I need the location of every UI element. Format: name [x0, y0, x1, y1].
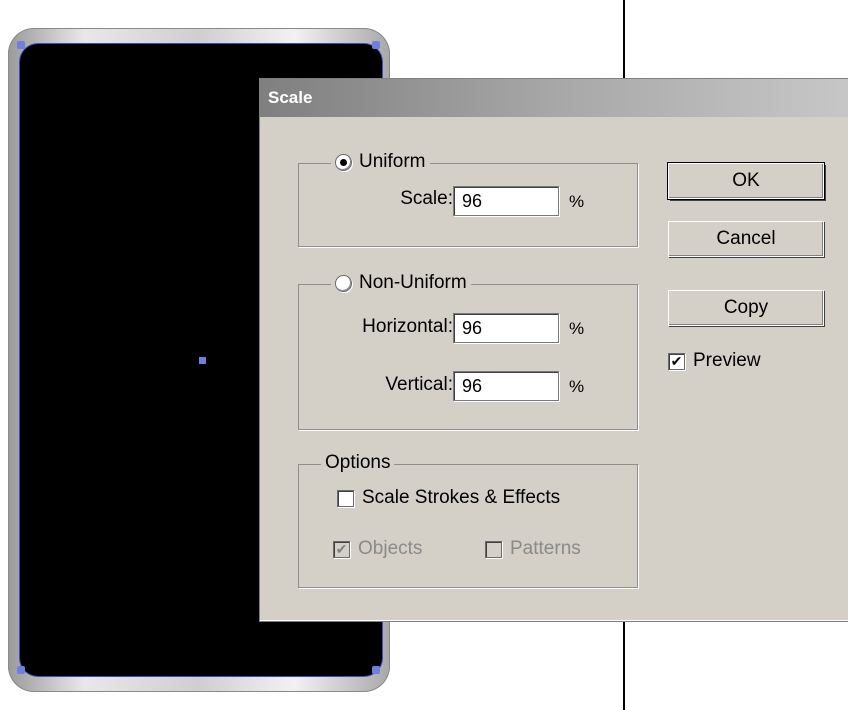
dialog-title: Scale [268, 88, 313, 107]
scale-dialog: Scale Uniform Scale: % Non-Uniform Horiz… [259, 78, 848, 622]
scale-label: Scale: [400, 188, 453, 209]
patterns-label: Patterns [510, 538, 581, 559]
uniform-label: Uniform [359, 151, 426, 172]
non-uniform-label: Non-Uniform [359, 272, 467, 293]
horizontal-label: Horizontal: [362, 316, 453, 337]
anchor-point-top-right[interactable] [372, 41, 380, 49]
vertical-input[interactable] [453, 371, 559, 401]
anchor-point-top-left[interactable] [17, 41, 25, 49]
patterns-option[interactable]: Patterns [485, 538, 581, 560]
vertical-unit: % [569, 377, 585, 396]
preview-label: Preview [693, 350, 761, 371]
objects-option[interactable]: ✔ Objects [333, 538, 422, 560]
non-uniform-group: Non-Uniform Horizontal: % Vertical: % [298, 272, 638, 430]
scale-input[interactable] [453, 186, 559, 216]
patterns-checkbox[interactable] [485, 540, 502, 558]
center-point[interactable] [199, 357, 206, 364]
ok-button[interactable]: OK [668, 163, 824, 199]
non-uniform-radio[interactable] [335, 274, 352, 292]
scale-strokes-label: Scale Strokes & Effects [362, 487, 561, 508]
uniform-group: Uniform Scale: % [298, 151, 638, 247]
uniform-option[interactable]: Uniform [331, 151, 430, 173]
options-label: Options [325, 452, 391, 473]
objects-checkbox[interactable]: ✔ [333, 540, 350, 558]
non-uniform-option[interactable]: Non-Uniform [331, 272, 471, 294]
anchor-point-bottom-right[interactable] [372, 666, 380, 674]
vertical-label: Vertical: [385, 374, 453, 395]
anchor-point-bottom-left[interactable] [17, 666, 25, 674]
cancel-button[interactable]: Cancel [668, 221, 824, 257]
scale-strokes-checkbox[interactable] [337, 489, 354, 507]
options-group: Options Scale Strokes & Effects ✔ Object… [298, 452, 638, 588]
objects-label: Objects [358, 538, 423, 559]
horizontal-unit: % [569, 319, 585, 338]
preview-checkbox[interactable]: ✔ [668, 352, 685, 370]
horizontal-input[interactable] [453, 313, 559, 343]
preview-option[interactable]: ✔ Preview [668, 350, 761, 372]
scale-strokes-option[interactable]: Scale Strokes & Effects [337, 487, 560, 509]
uniform-radio[interactable] [335, 153, 352, 171]
scale-unit: % [569, 192, 585, 211]
options-legend: Options [321, 452, 395, 474]
copy-button[interactable]: Copy [668, 290, 824, 326]
dialog-titlebar[interactable]: Scale [260, 79, 848, 117]
